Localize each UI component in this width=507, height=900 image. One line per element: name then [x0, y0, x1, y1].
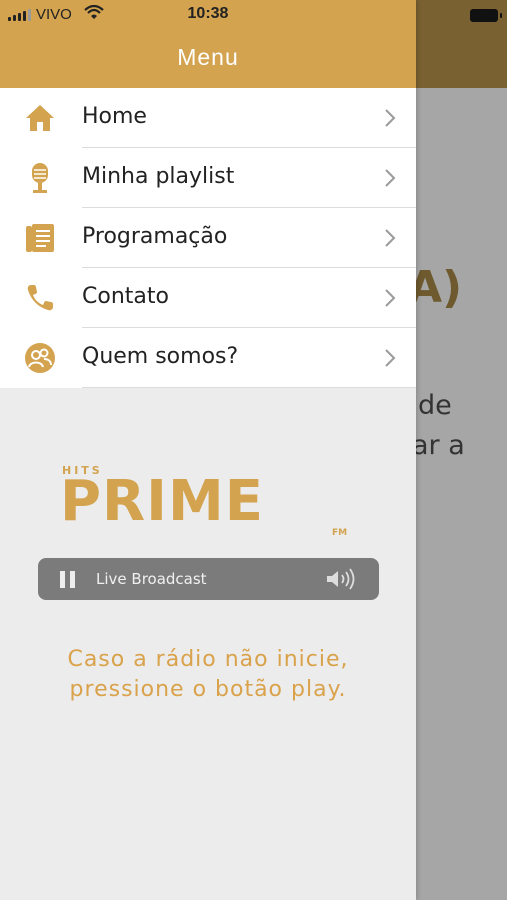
- background-text-line: ar a: [412, 430, 465, 461]
- chevron-right-icon: [384, 168, 396, 193]
- drawer-title: Menu: [177, 44, 239, 70]
- home-icon: [22, 101, 58, 135]
- hint-line: Caso a rádio não inicie,: [67, 647, 349, 672]
- chevron-right-icon: [384, 228, 396, 253]
- menu-item-playlist[interactable]: Minha playlist: [0, 148, 416, 208]
- chevron-right-icon: [384, 348, 396, 373]
- background-heading-fragment: A): [408, 262, 463, 313]
- phone-icon: [22, 281, 58, 315]
- hint-line: pressione o botão play.: [69, 677, 347, 702]
- pause-icon[interactable]: [60, 571, 76, 588]
- menu-item-label: Quem somos?: [82, 344, 239, 369]
- menu-item-programacao[interactable]: Programação: [0, 208, 416, 268]
- logo-main-text: PRIME: [60, 469, 264, 534]
- volume-icon[interactable]: [325, 568, 355, 595]
- player-label: Live Broadcast: [96, 570, 207, 588]
- menu-item-home[interactable]: Home: [0, 88, 416, 148]
- hits-prime-fm-logo: HITS PRIME FM: [60, 462, 360, 542]
- chevron-right-icon: [384, 108, 396, 133]
- battery-icon: [470, 9, 502, 22]
- status-bar: VIVO 10:38: [0, 0, 507, 30]
- schedule-icon: [22, 221, 58, 255]
- menu-item-quem-somos[interactable]: Quem somos?: [0, 328, 416, 388]
- menu-item-label: Home: [82, 104, 147, 129]
- menu-item-label: Minha playlist: [82, 164, 235, 189]
- menu-item-label: Contato: [82, 284, 169, 309]
- side-drawer: Menu Home Minha playlist Programação Con…: [0, 0, 416, 900]
- play-hint-message: Caso a rádio não inicie, pressione o bot…: [0, 645, 416, 705]
- logo-suffix-text: FM: [332, 528, 348, 538]
- people-icon: [22, 341, 58, 375]
- status-time: 10:38: [187, 5, 229, 22]
- live-player-bar: Live Broadcast: [38, 558, 379, 600]
- microphone-icon: [22, 161, 58, 195]
- drawer-menu: Home Minha playlist Programação Contato …: [0, 88, 416, 388]
- chevron-right-icon: [384, 288, 396, 313]
- background-text-line: de: [418, 390, 452, 421]
- menu-item-contato[interactable]: Contato: [0, 268, 416, 328]
- menu-item-label: Programação: [82, 224, 228, 249]
- divider: [82, 387, 416, 388]
